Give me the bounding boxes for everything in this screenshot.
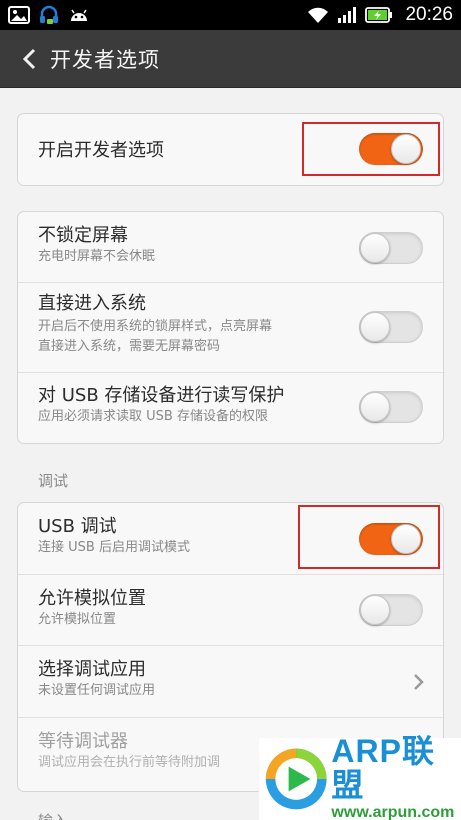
highlight-box-usb-debugging <box>298 505 440 569</box>
stay-awake-toggle[interactable] <box>359 232 423 264</box>
battery-icon <box>365 6 393 24</box>
status-bar-left <box>8 4 90 26</box>
direct-enter-system-toggle[interactable] <box>359 311 423 343</box>
stay-awake-row[interactable]: 不锁定屏幕 充电时屏幕不会休眠 <box>18 212 443 283</box>
image-icon <box>8 6 30 24</box>
status-time: 20:26 <box>405 4 453 25</box>
section-label-debug: 调试 <box>38 472 69 490</box>
select-debug-app-desc: 未设置任何调试应用 <box>38 683 156 698</box>
mock-location-toggle[interactable] <box>359 594 423 626</box>
status-bar-right: 20:26 <box>307 4 453 26</box>
select-debug-app-label: 选择调试应用 <box>38 659 146 680</box>
watermark-brand: ARP联盟 <box>331 733 435 803</box>
chevron-right-icon <box>414 674 424 690</box>
section-label-input: 输入 <box>38 810 68 820</box>
usb-storage-protect-row[interactable]: 对 USB 存储设备进行读写保护 应用必须请求读取 USB 存储设备的权限 <box>18 373 443 443</box>
signal-icon <box>337 6 357 24</box>
back-button[interactable] <box>14 39 44 79</box>
toggle-knob <box>360 312 390 342</box>
watermark-text: ARP联盟 www.arpun.com <box>331 734 461 820</box>
highlight-box-developer <box>302 122 440 176</box>
arp-logo-icon <box>265 748 327 810</box>
chevron-left-icon <box>22 48 36 69</box>
title-bar: 开发者选项 <box>0 30 461 88</box>
usb-storage-protect-toggle[interactable] <box>359 391 423 423</box>
android-icon <box>68 6 90 24</box>
toggle-knob <box>360 595 390 625</box>
watermark-url: www.arpun.com <box>331 804 455 820</box>
mock-location-row[interactable]: 允许模拟位置 允许模拟位置 <box>18 575 443 646</box>
display-options-card: 不锁定屏幕 充电时屏幕不会休眠 直接进入系统 开启后不使用系统的锁屏样式，点亮屏… <box>17 211 444 444</box>
page-title: 开发者选项 <box>50 47 160 72</box>
direct-enter-system-row[interactable]: 直接进入系统 开启后不使用系统的锁屏样式，点亮屏幕 直接进入系统，需要无屏幕密码 <box>18 283 443 373</box>
settings-content[interactable]: 开启开发者选项 不锁定屏幕 充电时屏幕不会休眠 直接进入系统 开启后不使用系统的… <box>0 88 461 820</box>
toggle-knob <box>360 392 390 422</box>
headset-icon <box>38 4 60 26</box>
select-debug-app-row[interactable]: 选择调试应用 未设置任何调试应用 <box>18 646 443 718</box>
toggle-knob <box>360 233 390 263</box>
wifi-icon <box>307 6 329 24</box>
watermark: ARP联盟 www.arpun.com <box>259 734 461 820</box>
status-bar: 20:26 <box>0 0 461 30</box>
